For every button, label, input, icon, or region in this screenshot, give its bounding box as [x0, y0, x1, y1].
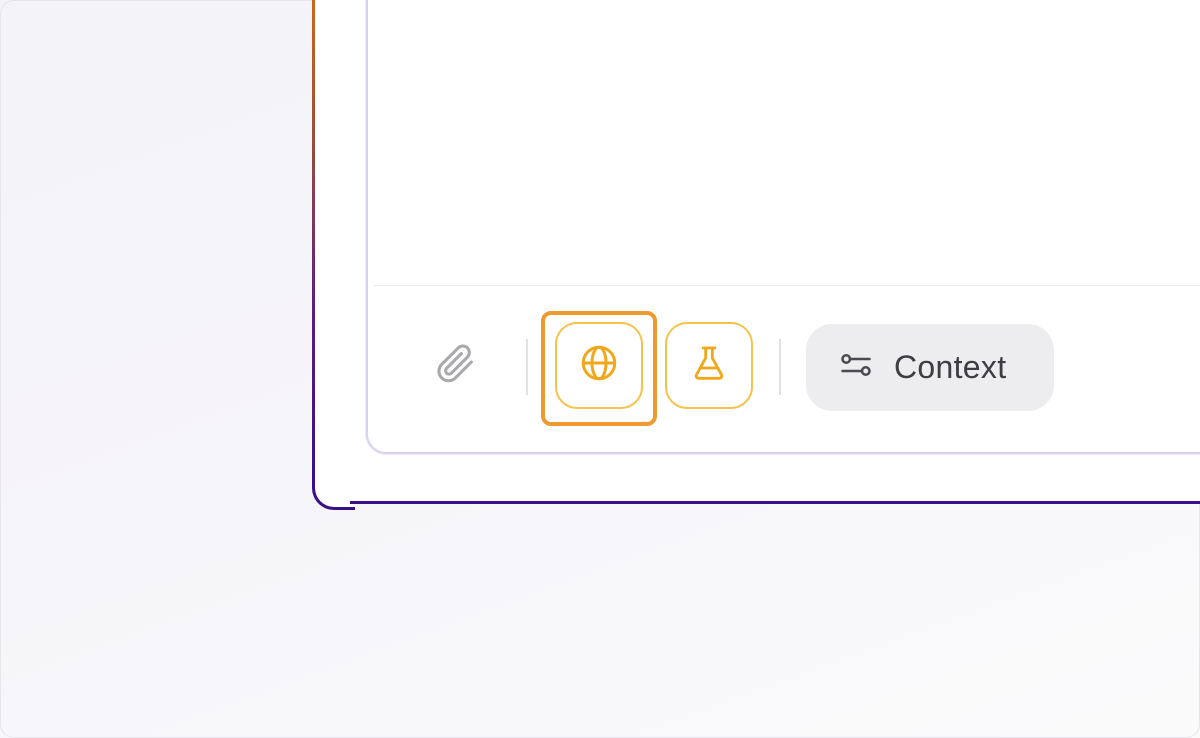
globe-icon — [578, 342, 620, 389]
outer-card-bottom-border — [350, 501, 1200, 504]
web-search-button[interactable] — [555, 322, 643, 409]
outer-card-gradient-border — [312, 0, 315, 480]
composer-divider — [374, 285, 1200, 286]
toolbar-separator — [779, 339, 781, 395]
chat-composer[interactable] — [366, 0, 1200, 454]
flask-icon — [689, 343, 729, 388]
context-button[interactable]: Context — [806, 324, 1054, 411]
outer-card-corner — [312, 470, 355, 510]
sliders-icon — [838, 347, 874, 388]
paperclip-icon — [432, 340, 478, 391]
context-label: Context — [894, 349, 1007, 385]
toolbar-separator — [526, 339, 528, 395]
experiment-button[interactable] — [665, 322, 753, 409]
attach-button[interactable] — [428, 338, 482, 392]
